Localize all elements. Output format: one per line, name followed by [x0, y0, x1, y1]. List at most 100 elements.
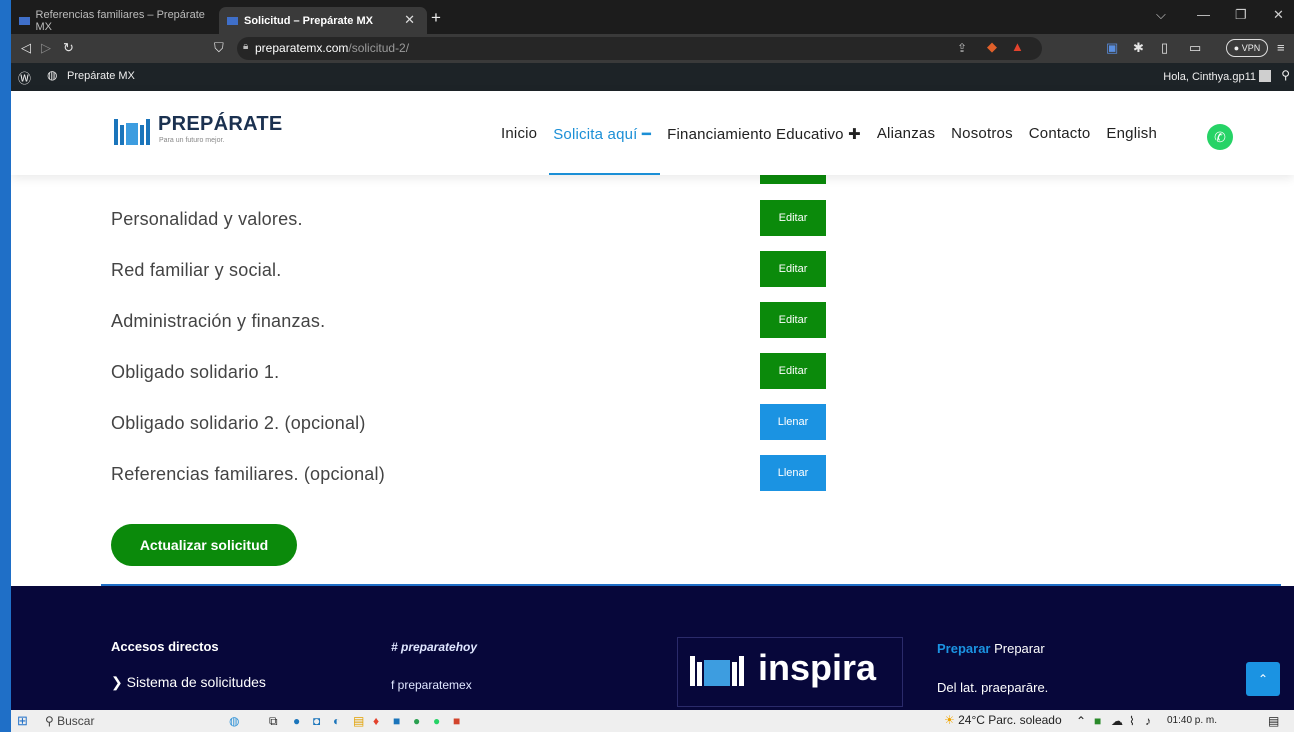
url-text: preparatemx.com/solicitud-2/ — [255, 41, 410, 55]
tab-title: Referencias familiares – Prepárate MX — [35, 8, 205, 33]
fill-referencias-button[interactable]: Llenar — [760, 455, 826, 491]
edit-personalidad-button[interactable]: Editar — [760, 200, 826, 236]
nav-inicio[interactable]: Inicio — [501, 125, 537, 143]
nav-contacto[interactable]: Contacto — [1029, 125, 1091, 143]
menu-icon[interactable]: ≡ — [1277, 40, 1285, 55]
mail-icon[interactable]: ◘ — [313, 714, 320, 728]
restore-icon[interactable]: ❐ — [1235, 7, 1247, 23]
footer-link-solicitudes[interactable]: ❯ Sistema de solicitudes — [111, 674, 266, 691]
tray-app-icon[interactable]: ■ — [1094, 714, 1101, 728]
wp-admin-bar: Ⓦ ◍ Prepárate MX Hola, Cinthya.gp11 ⚲ — [11, 63, 1294, 91]
sidebar-icon[interactable]: ▯ — [1161, 40, 1168, 56]
dashboard-icon[interactable]: ◍ — [47, 68, 57, 82]
book-logo-icon — [690, 652, 746, 686]
close-window-icon[interactable]: ✕ — [1273, 7, 1284, 23]
network-icon[interactable]: ⌇ — [1129, 714, 1135, 728]
update-request-button[interactable]: Actualizar solicitud — [111, 524, 297, 566]
clock[interactable]: 01:40 p. m. — [1167, 715, 1217, 726]
minimize-icon[interactable]: — — [1197, 7, 1210, 22]
sun-icon: ☀ — [944, 713, 955, 727]
vpn-button[interactable]: ● VPN — [1226, 39, 1268, 57]
nav-english[interactable]: English — [1106, 125, 1157, 143]
site-logo[interactable]: PREPÁRATE Para un futuro mejor. — [112, 113, 282, 145]
scroll-to-top-button[interactable]: ⌃ — [1246, 662, 1280, 696]
app-icon[interactable]: ● — [293, 714, 300, 728]
extensions-icon[interactable]: ✱ — [1133, 40, 1144, 56]
site-favicon-icon — [19, 16, 30, 25]
onedrive-icon[interactable]: ☁ — [1111, 714, 1123, 728]
nav-nosotros[interactable]: Nosotros — [951, 125, 1013, 143]
tray-arrow-icon[interactable]: ⌃ — [1076, 714, 1086, 728]
browser-toolbar: ◁ ▷ ↻ ⛉ 🔒︎ preparatemx.com/solicitud-2/ … — [11, 34, 1294, 63]
nav-solicita[interactable]: Solicita aquí ━ — [553, 125, 651, 143]
translate-extension-icon[interactable]: ▣ — [1106, 40, 1118, 56]
footer-definition-latin: Del lat. praeparāre. — [937, 680, 1049, 695]
section-label: Obligado solidario 2. (opcional) — [111, 413, 366, 433]
brave-rewards-icon[interactable]: ▲ — [1011, 39, 1024, 54]
windows-taskbar: ⊞ ⚲ Buscar ◍ ⧉ ● ◘ ◐ ▤ ♦ ■ ● ● ■ ☀ 24°C … — [11, 710, 1294, 732]
footer-heading: Accesos directos — [111, 639, 219, 654]
edge-icon[interactable]: ◐ — [333, 714, 340, 728]
brand-name: PREPÁRATE — [158, 113, 283, 135]
fill-obligado-2-button[interactable]: Llenar — [760, 404, 826, 440]
hashtag-link[interactable]: # preparatehoy — [391, 640, 477, 654]
inspira-logo: inspira — [677, 637, 903, 707]
avatar[interactable] — [1259, 70, 1271, 82]
back-icon[interactable]: ◁ — [21, 40, 31, 56]
tab-search-icon[interactable]: ⌵ — [1156, 7, 1166, 23]
section-label: Red familiar y social. — [111, 260, 282, 280]
facebook-link[interactable]: f preparatemex — [391, 678, 472, 692]
nav-financiamiento[interactable]: Financiamiento Educativo ✚ — [667, 125, 861, 143]
edit-obligado-1-button[interactable]: Editar — [760, 353, 826, 389]
notifications-icon[interactable]: ▤ — [1268, 714, 1279, 728]
editar-button-partial[interactable] — [760, 175, 826, 184]
admin-greeting[interactable]: Hola, Cinthya.gp11 — [1163, 71, 1256, 83]
outlook-icon[interactable]: ■ — [393, 714, 400, 728]
book-logo-icon — [112, 115, 152, 145]
section-label: Referencias familiares. (opcional) — [111, 464, 385, 484]
section-label: Personalidad y valores. — [111, 209, 303, 229]
weather-widget[interactable]: ☀ 24°C Parc. soleado — [944, 713, 1062, 727]
new-tab-button[interactable]: + — [431, 8, 441, 28]
task-view-icon[interactable]: ⧉ — [269, 714, 278, 729]
search-icon[interactable]: ⚲ — [1281, 68, 1290, 82]
brand-tagline: Para un futuro mejor. — [159, 137, 225, 144]
footer-definition-title: Preparar Preparar — [937, 641, 1045, 656]
nav-alianzas[interactable]: Alianzas — [877, 125, 935, 143]
tab-solicitud[interactable]: Solicitud – Prepárate MX ✕ — [219, 7, 427, 34]
whatsapp-icon[interactable]: ✆ — [1207, 124, 1233, 150]
site-favicon-icon — [227, 16, 238, 25]
section-label: Administración y finanzas. — [111, 311, 326, 331]
whatsapp-taskbar-icon[interactable]: ● — [433, 714, 440, 728]
edit-administracion-button[interactable]: Editar — [760, 302, 826, 338]
browser-window: Referencias familiares – Prepárate MX So… — [11, 0, 1294, 732]
tab-strip: Referencias familiares – Prepárate MX So… — [11, 0, 1294, 34]
main-nav: Inicio Solicita aquí ━ Financiamiento Ed… — [501, 125, 1173, 143]
taskbar-search[interactable]: ⚲ Buscar — [45, 714, 94, 728]
windows-start-icon[interactable]: ⊞ — [17, 713, 28, 729]
inspira-text: inspira — [758, 647, 877, 688]
forward-icon[interactable]: ▷ — [41, 40, 51, 56]
lock-icon: 🔒︎ — [243, 41, 249, 52]
brave-shields-icon[interactable]: ◆ — [987, 39, 997, 55]
volume-icon[interactable]: ♪ — [1145, 714, 1151, 728]
share-icon[interactable]: ⇪ — [957, 41, 967, 55]
powerpoint-icon[interactable]: ■ — [453, 714, 460, 728]
wordpress-icon[interactable]: Ⓦ — [18, 68, 31, 87]
site-footer: Accesos directos ❯ Sistema de solicitude… — [11, 586, 1294, 710]
close-tab-icon[interactable]: ✕ — [404, 12, 415, 28]
site-header: PREPÁRATE Para un futuro mejor. Inicio S… — [11, 91, 1294, 175]
brave-taskbar-icon[interactable]: ♦ — [373, 714, 379, 728]
tab-title: Solicitud – Prepárate MX — [244, 14, 373, 27]
reload-icon[interactable]: ↻ — [63, 40, 74, 56]
store-icon[interactable]: ▤ — [353, 714, 364, 728]
cortana-icon[interactable]: ◍ — [229, 714, 239, 728]
address-bar[interactable]: 🔒︎ preparatemx.com/solicitud-2/ ⇪ ◆ ▲ — [237, 37, 1042, 60]
edit-red-familiar-button[interactable]: Editar — [760, 251, 826, 287]
admin-site-link[interactable]: Prepárate MX — [67, 70, 135, 82]
chrome-icon[interactable]: ● — [413, 714, 420, 728]
tab-referencias[interactable]: Referencias familiares – Prepárate MX — [11, 7, 216, 34]
active-nav-indicator — [549, 173, 660, 175]
bookmark-icon[interactable]: ⛉ — [214, 40, 224, 56]
wallet-icon[interactable]: ▭ — [1189, 40, 1201, 56]
